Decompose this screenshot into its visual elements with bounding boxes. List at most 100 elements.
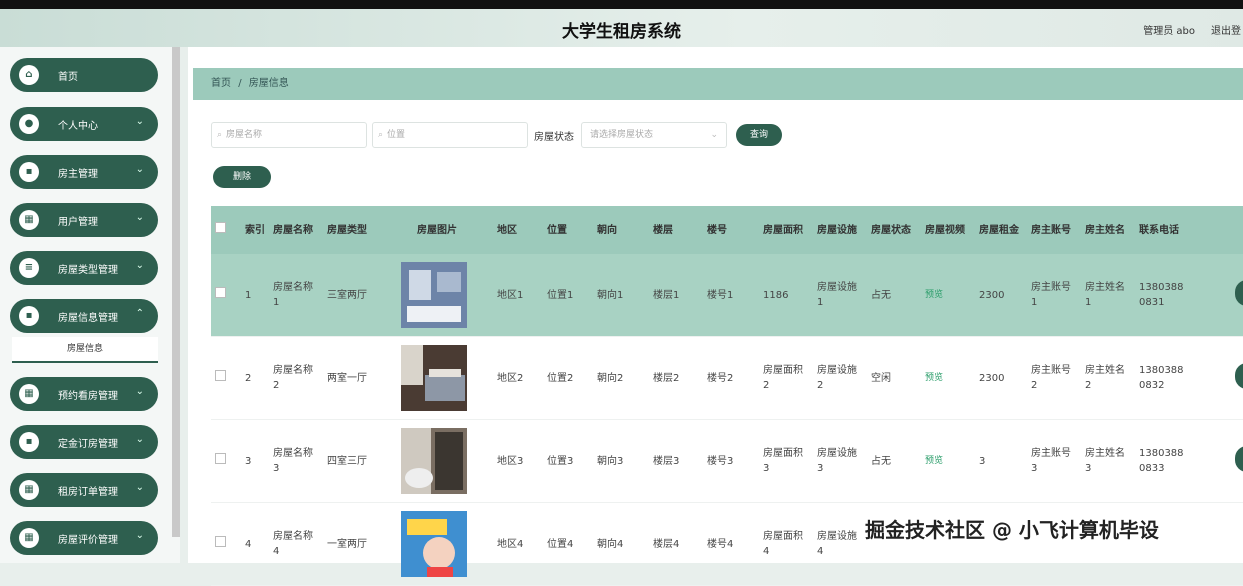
video-preview-link[interactable]: 预览 <box>925 373 943 383</box>
sidebar-item-orders[interactable]: ▦ 租房订单管理 ⌄ <box>10 473 158 507</box>
breadcrumb: 首页 / 房屋信息 <box>193 68 1243 100</box>
cell-facility: 房屋设施4 <box>813 502 867 586</box>
search-icon: ⌕ <box>378 130 384 140</box>
cell-index: 4 <box>241 502 269 586</box>
current-user[interactable]: 管理员 abo <box>1143 22 1195 37</box>
cell-rent: 2300 <box>975 254 1027 337</box>
cell-rent: 2300 <box>975 336 1027 420</box>
row-checkbox[interactable] <box>215 453 226 464</box>
cell-area: 房屋面积4 <box>759 502 813 586</box>
sidebar-item-label: 个人中心 <box>58 121 98 132</box>
grid-icon: ▦ <box>19 480 39 500</box>
column-header[interactable]: 地区 <box>493 206 543 254</box>
location-input[interactable]: ⌕ 位置 <box>372 122 528 148</box>
column-header[interactable]: 房主账号 <box>1027 206 1081 254</box>
column-header[interactable]: 房屋面积 <box>759 206 813 254</box>
sidebar-item-house-types[interactable]: ≡ 房屋类型管理 ⌄ <box>10 251 158 285</box>
home-icon: ⌂ <box>19 65 39 85</box>
sidebar-item-label: 房屋信息管理 <box>58 313 118 324</box>
cell-facility: 房屋设施2 <box>813 336 867 420</box>
sidebar-item-label: 首页 <box>58 72 78 83</box>
cell-location: 位置4 <box>543 502 593 586</box>
sidebar-scrollbar[interactable] <box>172 47 180 537</box>
cell-orientation: 朝向1 <box>593 254 649 337</box>
table-row[interactable]: 1 房屋名称1 三室两厅 地区1 位置1 朝向1 楼层1 楼号1 1186 房屋… <box>211 254 1243 337</box>
sidebar-item-viewing[interactable]: ▦ 预约看房管理 ⌄ <box>10 377 158 411</box>
cell-owner-name: 房主姓名3 <box>1081 419 1135 503</box>
cell-phone: 13803880833 <box>1135 419 1193 503</box>
video-preview-link[interactable]: 预览 <box>925 290 943 300</box>
column-header[interactable]: 房主姓名 <box>1081 206 1135 254</box>
breadcrumb-home[interactable]: 首页 <box>211 78 231 89</box>
select-all-checkbox[interactable] <box>215 222 226 233</box>
column-header[interactable]: 房屋类型 <box>323 206 381 254</box>
sidebar-item-reviews[interactable]: ▦ 房屋评价管理 ⌄ <box>10 521 158 555</box>
column-header[interactable]: 索引 <box>241 206 269 254</box>
main-content: 首页 / 房屋信息 ⌕ 房屋名称 ⌕ 位置 房屋状态 请选择房屋状态 ⌄ 查询 删除… <box>188 47 1243 586</box>
sidebar-item-users[interactable]: ▦ 用户管理 ⌄ <box>10 203 158 237</box>
cell-photo <box>381 502 493 586</box>
cell-building: 楼号2 <box>703 336 759 420</box>
cell-region: 地区4 <box>493 502 543 586</box>
table-row[interactable]: 3 房屋名称3 四室三厅 地区3 位置3 朝向3 楼层3 楼号3 房屋面积3 房… <box>211 419 1243 503</box>
column-header[interactable]: 房屋设施 <box>813 206 867 254</box>
row-action-button[interactable] <box>1235 445 1243 472</box>
grid-icon: ▦ <box>19 210 39 230</box>
chevron-down-icon: ⌄ <box>135 212 144 223</box>
column-header[interactable]: 房屋租金 <box>975 206 1027 254</box>
cell-name: 房屋名称3 <box>269 419 323 503</box>
breadcrumb-separator: / <box>238 78 242 89</box>
delete-button[interactable]: 删除 <box>213 166 271 188</box>
cell-name: 房屋名称2 <box>269 336 323 420</box>
sidebar-item-label: 房屋类型管理 <box>58 265 118 276</box>
location-placeholder: 位置 <box>387 130 406 140</box>
cell-name: 房屋名称1 <box>269 254 323 337</box>
cell-type: 一室两厅 <box>323 502 381 586</box>
cell-building: 楼号1 <box>703 254 759 337</box>
cell-owner-name: 房主姓名1 <box>1081 254 1135 337</box>
row-checkbox[interactable] <box>215 370 226 381</box>
cell-floor: 楼层1 <box>649 254 703 337</box>
cell-type: 三室两厅 <box>323 254 381 337</box>
row-checkbox[interactable] <box>215 287 226 298</box>
column-header[interactable]: 房屋视频 <box>921 206 975 254</box>
chevron-down-icon: ⌄ <box>135 164 144 175</box>
cell-photo <box>381 419 493 503</box>
submenu-house-info[interactable]: 房屋信息 <box>12 337 158 363</box>
chevron-down-icon: ⌄ <box>135 386 144 397</box>
query-button[interactable]: 查询 <box>736 124 782 146</box>
sidebar-item-house-info[interactable]: ▪ 房屋信息管理 ⌃ <box>10 299 158 333</box>
column-header[interactable]: 位置 <box>543 206 593 254</box>
column-header[interactable]: 房屋图片 <box>381 206 493 254</box>
cell-phone: 13803880832 <box>1135 336 1193 420</box>
table-row[interactable]: 2 房屋名称2 两室一厅 地区2 位置2 朝向2 楼层2 楼号2 房屋面积2 房… <box>211 336 1243 420</box>
sidebar-item-label: 定金订房管理 <box>58 439 118 450</box>
sidebar-item-home[interactable]: ⌂ 首页 <box>10 58 158 92</box>
row-checkbox[interactable] <box>215 536 226 547</box>
logout-link[interactable]: 退出登 <box>1211 22 1241 37</box>
house-name-placeholder: 房屋名称 <box>226 130 263 140</box>
video-preview-link[interactable]: 预览 <box>925 456 943 466</box>
cell-orientation: 朝向2 <box>593 336 649 420</box>
sidebar-item-profile[interactable]: ● 个人中心 ⌄ <box>10 107 158 141</box>
column-header[interactable]: 楼号 <box>703 206 759 254</box>
sidebar-item-owners[interactable]: ▪ 房主管理 ⌄ <box>10 155 158 189</box>
row-action-button[interactable] <box>1235 362 1243 389</box>
column-header[interactable]: 房屋状态 <box>867 206 921 254</box>
cell-photo <box>381 336 493 420</box>
column-header[interactable]: 朝向 <box>593 206 649 254</box>
house-state-select[interactable]: 请选择房屋状态 ⌄ <box>581 122 727 148</box>
cell-floor: 楼层2 <box>649 336 703 420</box>
column-header[interactable]: 联系电话 <box>1135 206 1193 254</box>
sidebar-item-deposit[interactable]: ▪ 定金订房管理 ⌄ <box>10 425 158 459</box>
sidebar-item-label: 房屋评价管理 <box>58 535 118 546</box>
row-action-button[interactable] <box>1235 279 1243 306</box>
column-header[interactable]: 房屋名称 <box>269 206 323 254</box>
cell-index: 2 <box>241 336 269 420</box>
watermark-text: 掘金技术社区 @ 小飞计算机毕设 <box>865 518 1159 542</box>
doc-icon: ▪ <box>19 432 39 452</box>
house-photo <box>401 511 467 577</box>
house-name-input[interactable]: ⌕ 房屋名称 <box>211 122 367 148</box>
sidebar-item-label: 用户管理 <box>58 217 98 228</box>
column-header[interactable]: 楼层 <box>649 206 703 254</box>
